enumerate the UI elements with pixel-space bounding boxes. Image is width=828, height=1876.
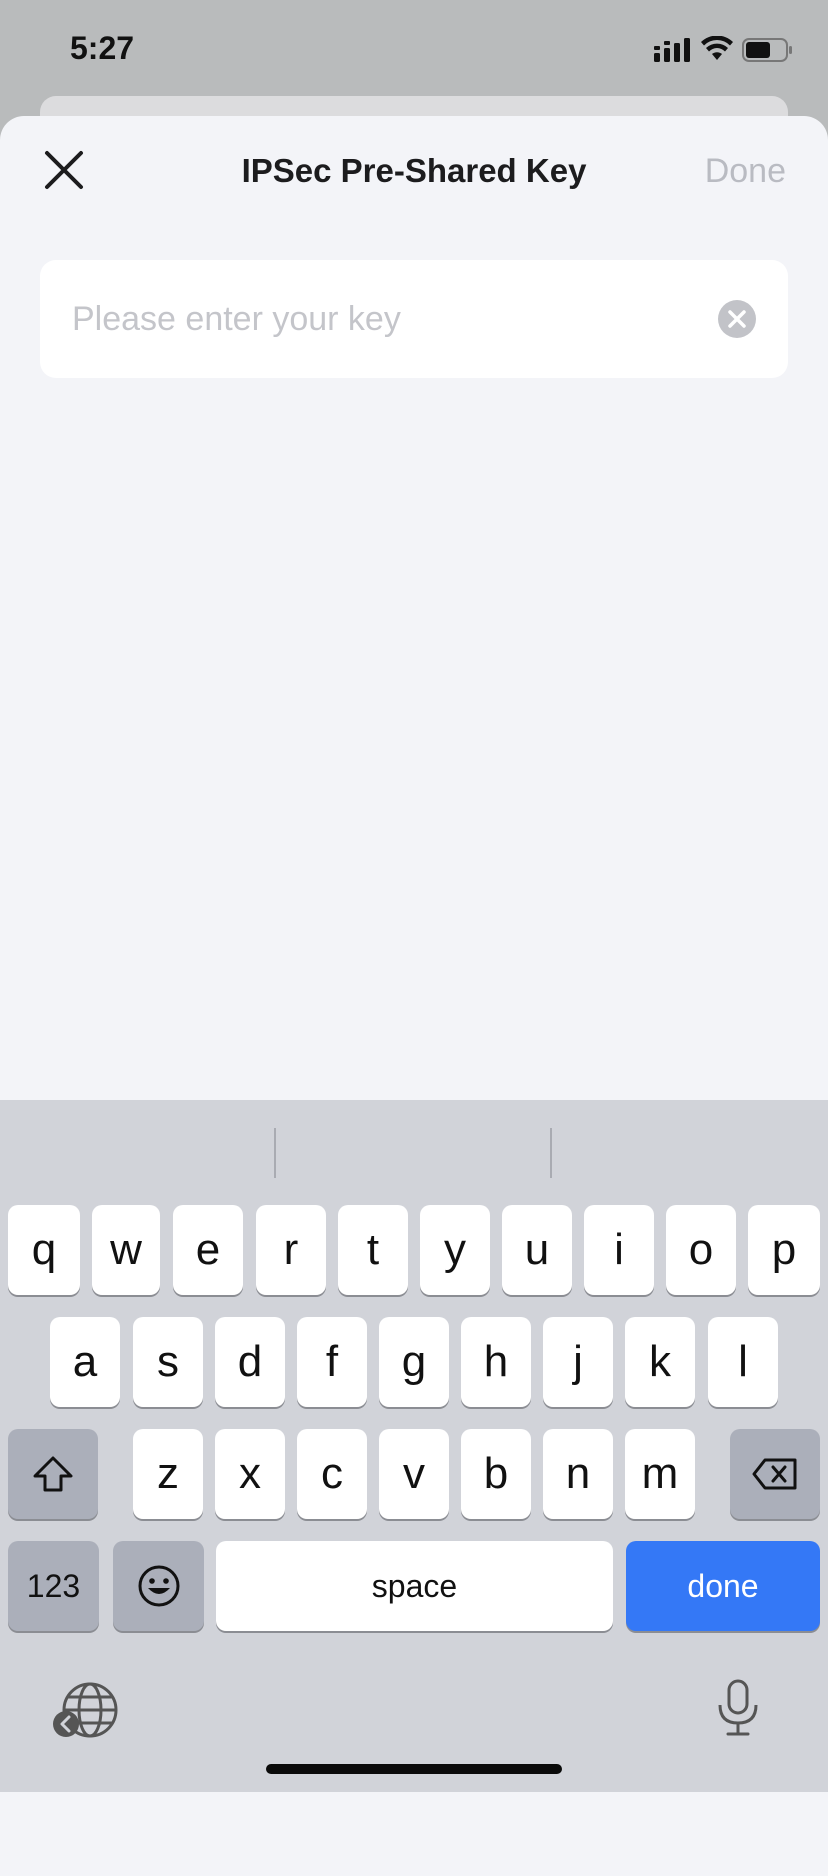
microphone-icon[interactable] (716, 1678, 760, 1738)
key-f[interactable]: f (297, 1317, 367, 1407)
key-m[interactable]: m (625, 1429, 695, 1519)
battery-icon (742, 38, 792, 62)
space-key[interactable]: space (216, 1541, 613, 1631)
delete-key[interactable] (730, 1429, 820, 1519)
key-a[interactable]: a (50, 1317, 120, 1407)
done-button[interactable]: Done (705, 152, 786, 191)
key-p[interactable]: p (748, 1205, 820, 1295)
backspace-icon (752, 1458, 797, 1490)
key-q[interactable]: q (8, 1205, 80, 1295)
done-key[interactable]: done (626, 1541, 820, 1631)
key-g[interactable]: g (379, 1317, 449, 1407)
keyboard: q w e r t y u i o p a s d f g h j k l z … (0, 1100, 828, 1792)
key-v[interactable]: v (379, 1429, 449, 1519)
key-d[interactable]: d (215, 1317, 285, 1407)
wifi-icon (701, 36, 733, 60)
key-e[interactable]: e (173, 1205, 243, 1295)
key-u[interactable]: u (502, 1205, 572, 1295)
emoji-key[interactable] (113, 1541, 204, 1631)
key-y[interactable]: y (420, 1205, 490, 1295)
home-indicator (266, 1764, 562, 1774)
cellular-signal-icon (654, 38, 690, 62)
shift-icon (33, 1456, 73, 1492)
key-b[interactable]: b (461, 1429, 531, 1519)
key-x[interactable]: x (215, 1429, 285, 1519)
key-w[interactable]: w (92, 1205, 160, 1295)
emoji-icon (138, 1565, 179, 1607)
key-z[interactable]: z (133, 1429, 203, 1519)
key-t[interactable]: t (338, 1205, 408, 1295)
key-c[interactable]: c (297, 1429, 367, 1519)
key-l[interactable]: l (708, 1317, 778, 1407)
key-i[interactable]: i (584, 1205, 654, 1295)
key-field (40, 260, 788, 378)
numbers-key[interactable]: 123 (8, 1541, 99, 1631)
key-o[interactable]: o (666, 1205, 736, 1295)
status-time: 5:27 (70, 30, 135, 66)
suggestion-divider (274, 1128, 276, 1178)
key-h[interactable]: h (461, 1317, 531, 1407)
key-r[interactable]: r (256, 1205, 326, 1295)
shift-key[interactable] (8, 1429, 98, 1519)
globe-icon[interactable] (52, 1680, 122, 1740)
suggestion-divider (550, 1128, 552, 1178)
key-j[interactable]: j (543, 1317, 613, 1407)
key-n[interactable]: n (543, 1429, 613, 1519)
key-s[interactable]: s (133, 1317, 203, 1407)
status-bar: 5:27 (0, 0, 828, 100)
key-k[interactable]: k (625, 1317, 695, 1407)
key-input[interactable] (72, 260, 692, 378)
clear-input-icon[interactable] (718, 300, 756, 338)
